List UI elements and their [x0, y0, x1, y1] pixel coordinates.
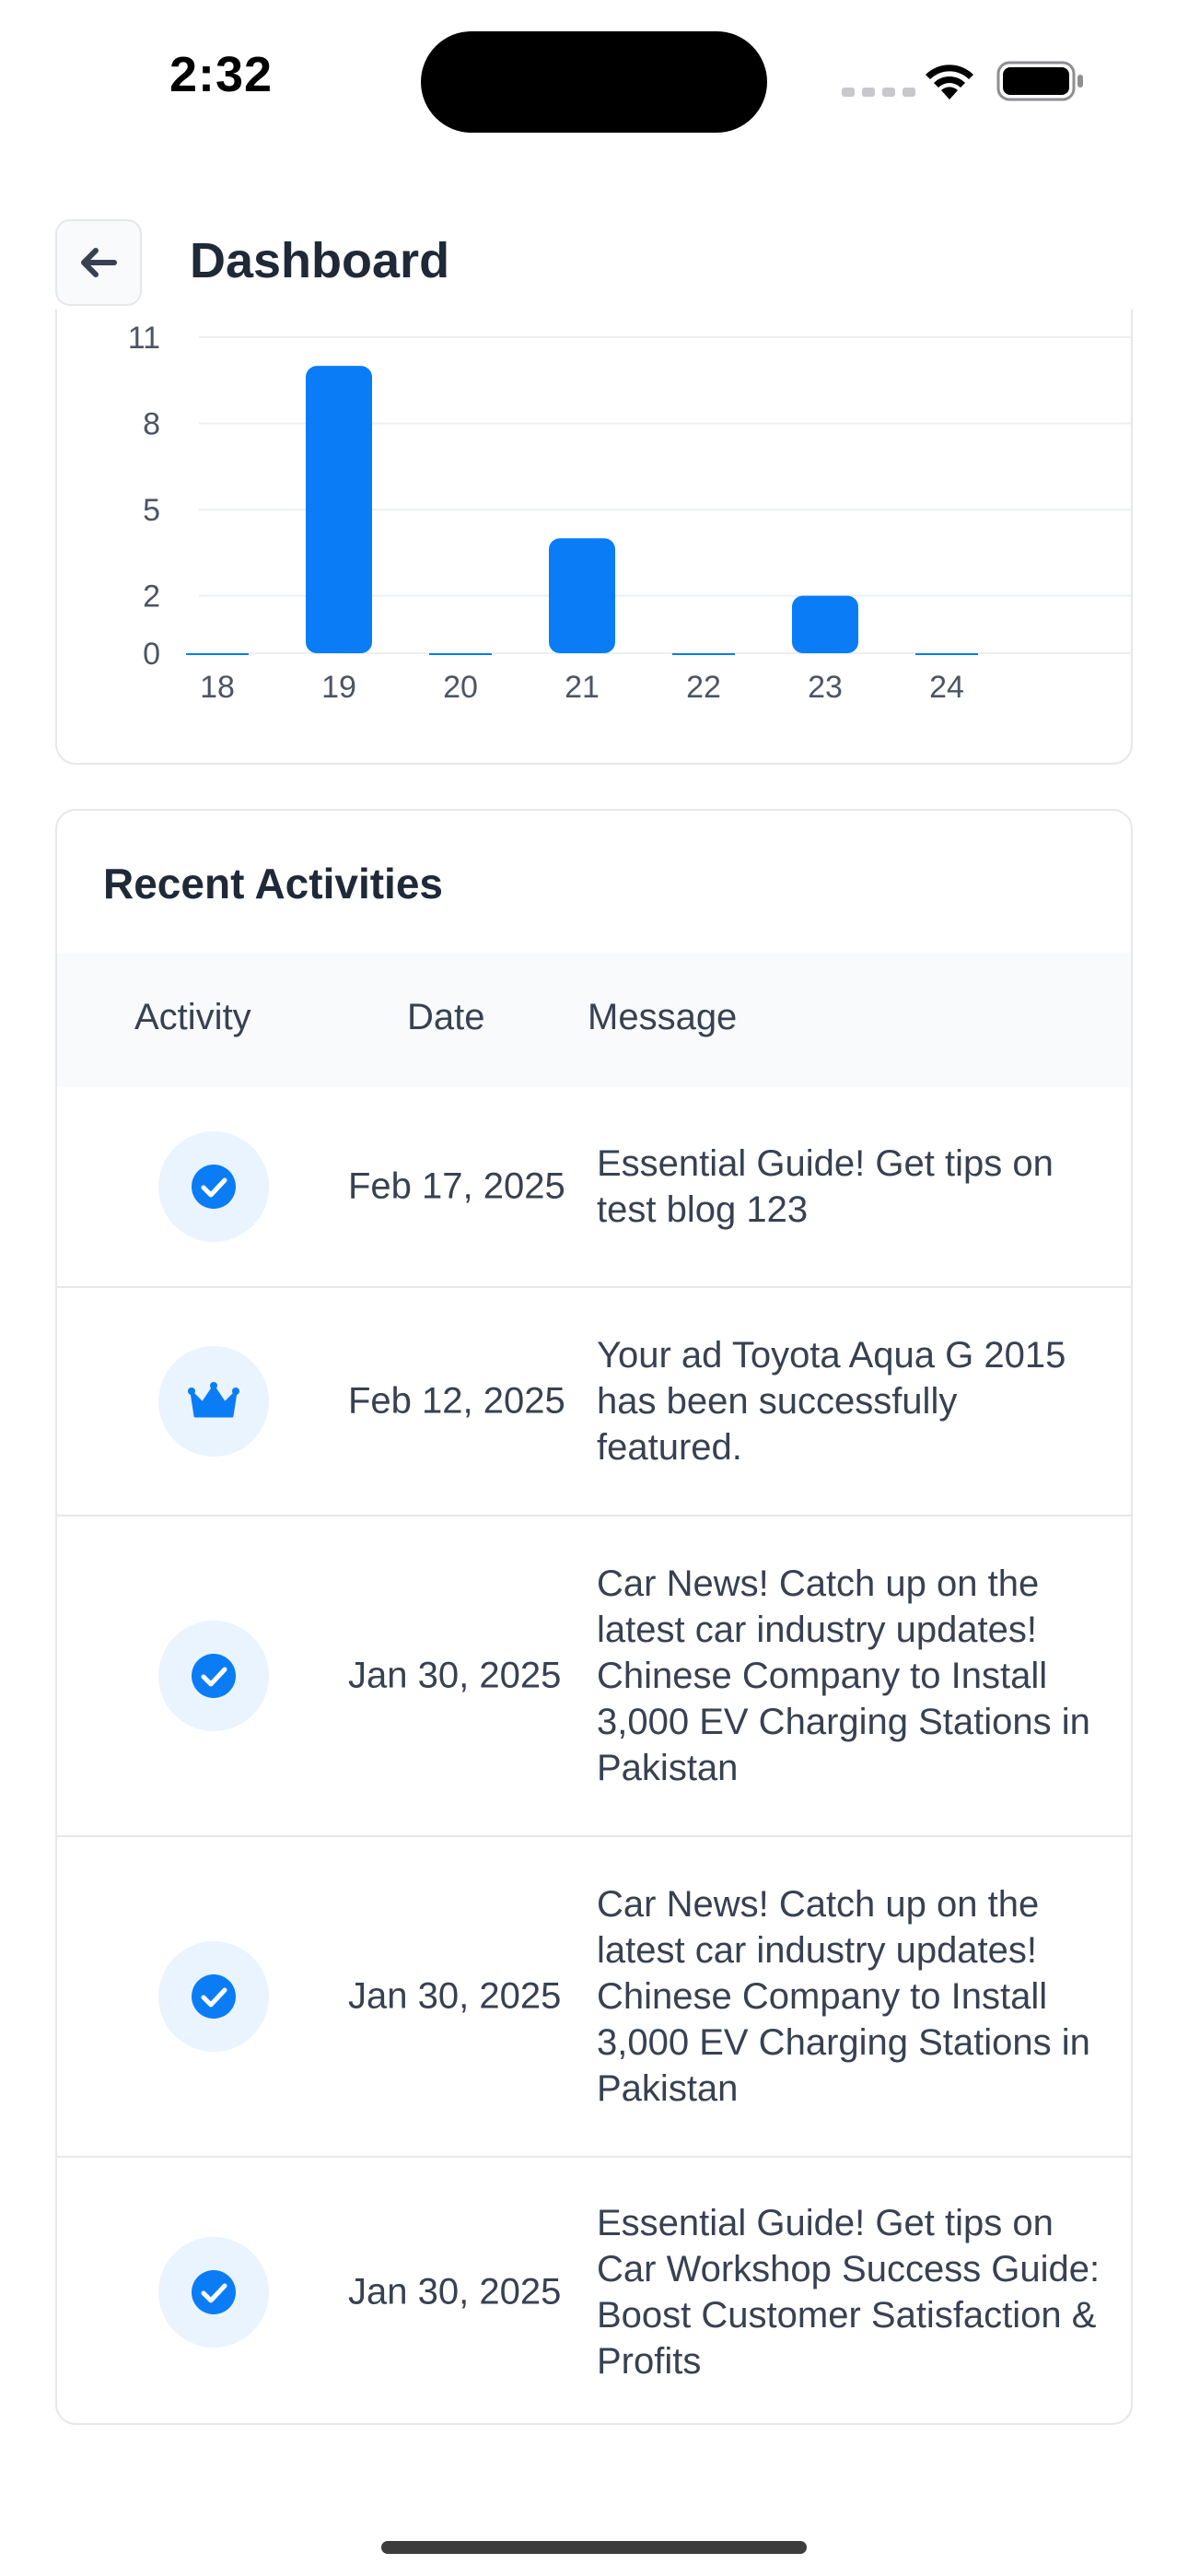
battery-icon: [996, 61, 1083, 101]
arrow-left-icon: [81, 248, 117, 277]
header: Dashboard: [0, 214, 1188, 310]
bar[interactable]: [306, 366, 372, 653]
table-header: Activity Date Message: [57, 953, 1131, 1087]
activity-icon-badge: [158, 1941, 269, 2052]
row-message: Your ad Toyota Aqua G 2015 has been succ…: [597, 1335, 1066, 1468]
activity-icon-badge: [158, 2237, 269, 2348]
bar-chart: 0 2 5 8 11 18 19 20 21 22 23 24: [128, 321, 1131, 705]
table-row[interactable]: Feb 12, 2025 Your ad Toyota Aqua G 2015 …: [57, 1288, 1131, 1516]
status-time: 2:32: [169, 47, 274, 102]
status-bar: 2:32: [0, 0, 1188, 157]
check-circle-icon: [192, 1654, 236, 1698]
x-tick-label: 24: [929, 670, 964, 705]
recent-activities-card: Recent Activities Activity Date Message …: [55, 809, 1133, 2425]
row-message: Essential Guide! Get tips on Car Worksho…: [597, 2203, 1101, 2382]
y-tick-label: 11: [128, 321, 160, 356]
row-date: Jan 30, 2025: [348, 2271, 562, 2313]
x-tick-label: 21: [565, 670, 600, 705]
row-message: Essential Guide! Get tips on test blog 1…: [597, 1143, 1054, 1230]
check-circle-icon: [192, 2270, 236, 2314]
row-date: Jan 30, 2025: [348, 1655, 562, 1696]
page-title: Dashboard: [190, 233, 450, 288]
row-date: Feb 17, 2025: [348, 1165, 565, 1207]
wifi-icon: [926, 64, 973, 100]
table-row[interactable]: Jan 30, 2025 Essential Guide! Get tips o…: [57, 2158, 1131, 2423]
bar[interactable]: [792, 595, 858, 653]
card-title: Recent Activities: [103, 860, 443, 907]
activity-icon-badge: [158, 1346, 269, 1457]
check-circle-icon: [192, 1165, 236, 1209]
column-header-message: Message: [588, 997, 738, 1037]
crown-icon: [188, 1382, 239, 1418]
cellular-signal-icon: [842, 88, 915, 97]
x-tick-label: 22: [686, 670, 721, 705]
x-tick-label: 18: [200, 670, 235, 705]
activity-icon-badge: [158, 1131, 269, 1242]
row-date: Jan 30, 2025: [348, 1975, 562, 2017]
column-header-activity: Activity: [134, 997, 251, 1037]
table-row[interactable]: Jan 30, 2025 Car News! Catch up on the l…: [57, 1837, 1131, 2158]
table-row[interactable]: Feb 17, 2025 Essential Guide! Get tips o…: [57, 1087, 1131, 1288]
activity-rows: Feb 17, 2025 Essential Guide! Get tips o…: [57, 1087, 1131, 2423]
row-message: Car News! Catch up on the latest car ind…: [597, 1884, 1090, 2109]
activity-icon-badge: [158, 1621, 269, 1731]
x-tick-label: 23: [808, 670, 843, 705]
row-message: Car News! Catch up on the latest car ind…: [597, 1563, 1090, 1788]
row-date: Feb 12, 2025: [348, 1380, 565, 1422]
check-circle-icon: [192, 1974, 236, 2019]
table-row[interactable]: Jan 30, 2025 Car News! Catch up on the l…: [57, 1516, 1131, 1837]
x-tick-label: 20: [443, 670, 478, 705]
column-header-date: Date: [407, 997, 485, 1037]
y-tick-label: 0: [143, 637, 160, 672]
x-tick-label: 19: [321, 670, 356, 705]
y-tick-label: 8: [143, 407, 160, 442]
bar[interactable]: [549, 538, 615, 653]
back-button[interactable]: [55, 219, 142, 306]
dynamic-island: [421, 31, 767, 133]
chart-card: 0 2 5 8 11 18 19 20 21 22 23 24: [55, 310, 1133, 765]
home-indicator: [381, 2541, 807, 2554]
y-tick-label: 2: [143, 580, 160, 615]
y-tick-label: 5: [143, 493, 160, 528]
